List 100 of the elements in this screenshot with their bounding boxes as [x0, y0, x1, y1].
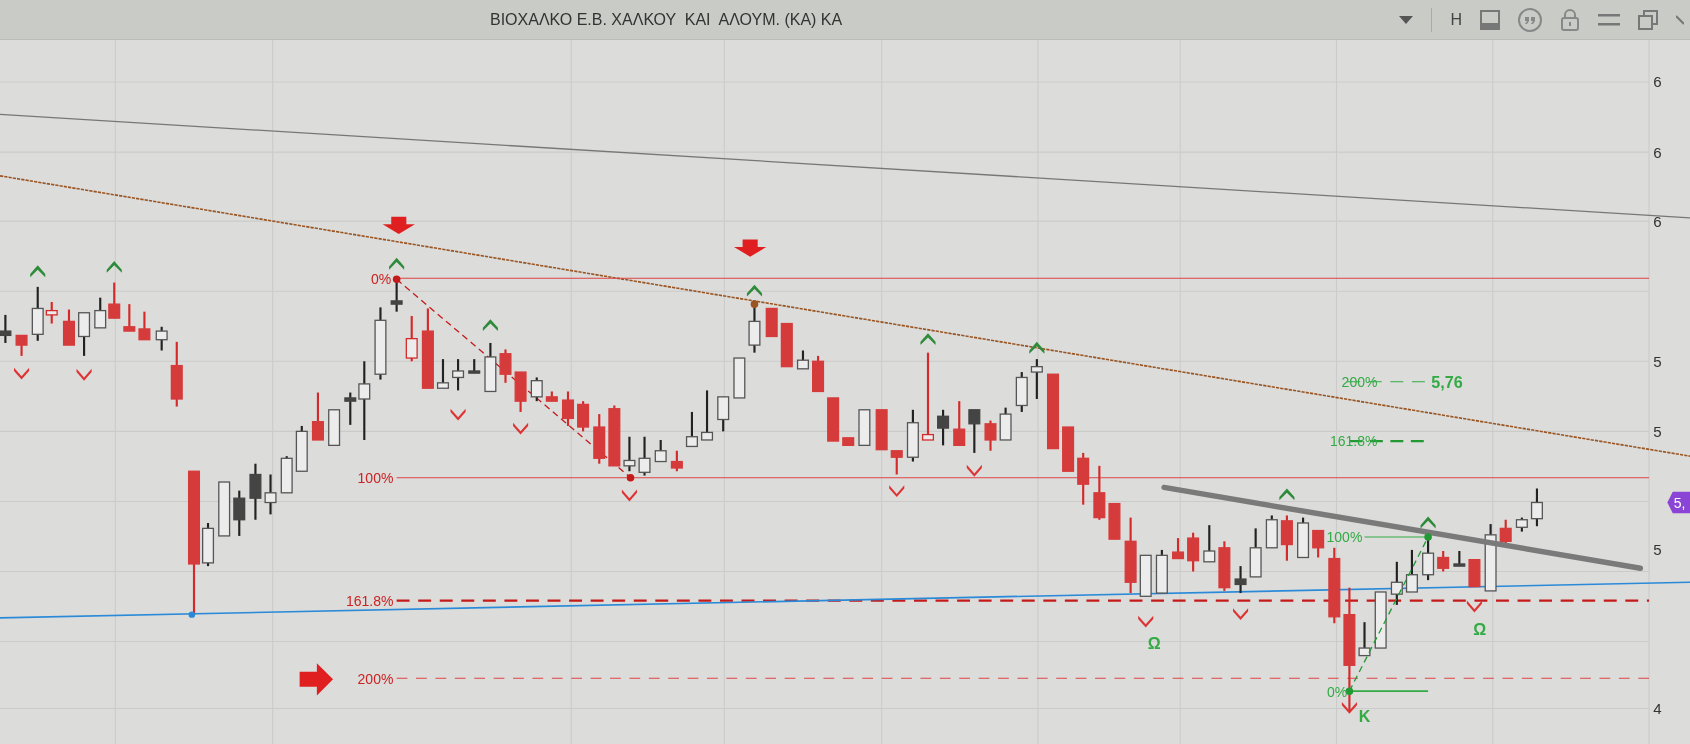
chevron-down-icon: [1233, 608, 1249, 620]
candle: [280, 456, 293, 494]
candle: [1172, 538, 1185, 560]
chevron-down-icon: [1138, 615, 1154, 628]
wave-label: Ω: [1147, 634, 1161, 653]
point-dot: [1424, 533, 1432, 541]
fib-level-label: 161.8%: [345, 593, 394, 609]
point-dot: [750, 300, 759, 308]
candle: [638, 436, 651, 476]
candle: [937, 409, 950, 446]
fib-level-label: 0%: [371, 270, 392, 287]
candle: [1530, 488, 1543, 527]
fib-level-label: 100%: [1326, 529, 1363, 546]
candle: [155, 326, 168, 351]
point-dot: [188, 611, 196, 618]
candle: [328, 409, 341, 446]
candle: [436, 359, 449, 389]
price-label: 5,: [1673, 494, 1686, 511]
candle: [468, 359, 481, 374]
point-dot: [1345, 687, 1354, 695]
candle: [780, 322, 793, 368]
candle: [733, 357, 746, 399]
candle: [701, 390, 714, 441]
candle: [1499, 519, 1512, 545]
candle: [0, 314, 12, 343]
candle: [138, 311, 151, 341]
candle: [1077, 452, 1090, 505]
axis-label: 6: [1653, 73, 1662, 91]
candle: [999, 407, 1012, 441]
arrow-down-icon: [382, 216, 415, 235]
candle: [1155, 549, 1168, 594]
candle: [593, 414, 606, 464]
chevron-down-icon: [966, 464, 982, 477]
quote-icon[interactable]: [1518, 7, 1542, 32]
candle: [1093, 465, 1106, 520]
candle: [654, 440, 667, 463]
candle: [78, 312, 91, 356]
price-badge: [1667, 491, 1690, 514]
candle: [1453, 551, 1466, 567]
candle: [1062, 426, 1075, 472]
candle: [452, 359, 465, 391]
window-title: ΒΙΟΧΑΛΚΟ Ε.Β. ΧΑΛΚΟΥ ΚΑΙ ΑΛΟΥΜ. (ΚΑ) ΚΑ: [490, 9, 843, 30]
candle: [1108, 502, 1121, 540]
wave-label: Ω: [1473, 620, 1487, 639]
chevron-up-icon: [389, 257, 405, 270]
axis-label: 5: [1653, 352, 1662, 370]
chevron-down-icon: [889, 485, 905, 498]
arrow-down-icon: [734, 239, 767, 257]
candle: [561, 391, 575, 426]
chevron-up-icon: [1420, 516, 1436, 529]
candle: [170, 341, 183, 407]
candle: [1030, 359, 1043, 399]
chevron-up-icon: [1029, 341, 1045, 354]
windows-icon[interactable]: [1638, 9, 1658, 30]
axis-label: 4: [1653, 699, 1662, 717]
menu-icon[interactable]: [1598, 12, 1620, 27]
chevron-down-icon: [621, 489, 637, 502]
candle: [906, 409, 919, 462]
chevron-down-icon: [76, 368, 92, 381]
chevron-down-icon: [450, 408, 466, 421]
caret-icon[interactable]: [1399, 15, 1414, 24]
candle: [1437, 551, 1450, 572]
candle: [15, 334, 28, 356]
candle: [123, 304, 136, 332]
candle: [484, 342, 497, 393]
candle: [218, 481, 231, 537]
candle: [264, 474, 277, 515]
candle: [1405, 549, 1418, 593]
candle: [545, 391, 558, 402]
candle: [62, 309, 75, 346]
panel-icon[interactable]: [1480, 9, 1500, 30]
axis-label: 5: [1653, 422, 1662, 440]
axis-label: 5: [1653, 541, 1662, 559]
chevron-up-icon: [106, 261, 122, 273]
candle: [953, 401, 966, 446]
candle: [311, 392, 324, 441]
candle: [1187, 532, 1200, 572]
candle: [717, 396, 730, 432]
candle: [1515, 517, 1528, 532]
candle: [1312, 529, 1325, 558]
candle: [295, 425, 308, 472]
fib-level-label: 200%: [1341, 374, 1378, 391]
chevron-up-icon: [920, 333, 936, 346]
candle: [1280, 515, 1293, 561]
candle: [530, 377, 543, 402]
point-dot: [626, 473, 635, 482]
fib-level-label: 100%: [357, 470, 394, 487]
candle: [390, 281, 403, 312]
candle: [1468, 559, 1481, 588]
chevron-down-icon: [1466, 600, 1482, 613]
candle: [514, 371, 527, 412]
chevron-up-icon: [482, 319, 498, 332]
candle: [968, 409, 981, 453]
chevron-down-icon: [14, 367, 30, 380]
candle: [858, 409, 871, 446]
candle: [1203, 525, 1216, 563]
h-toggle[interactable]: H: [1450, 7, 1462, 32]
lock-icon[interactable]: [1560, 7, 1580, 32]
chevron-up-icon: [1279, 488, 1295, 501]
point-dot: [392, 275, 401, 284]
